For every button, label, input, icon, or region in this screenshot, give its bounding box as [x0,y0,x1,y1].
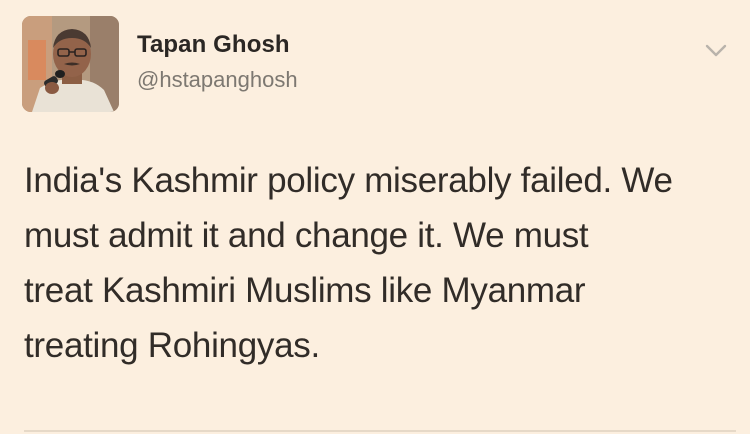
divider [24,430,736,432]
author-display-name[interactable]: Tapan Ghosh [137,31,290,59]
tweet-text: India's Kashmir policy miserably failed.… [24,161,673,365]
author-handle[interactable]: @hstapanghosh [137,67,298,93]
tweet-card: Tapan Ghosh @hstapanghosh India's Kashmi… [0,0,750,434]
avatar[interactable] [22,16,119,112]
avatar-photo-icon [22,16,119,112]
chevron-down-icon[interactable] [703,40,729,60]
